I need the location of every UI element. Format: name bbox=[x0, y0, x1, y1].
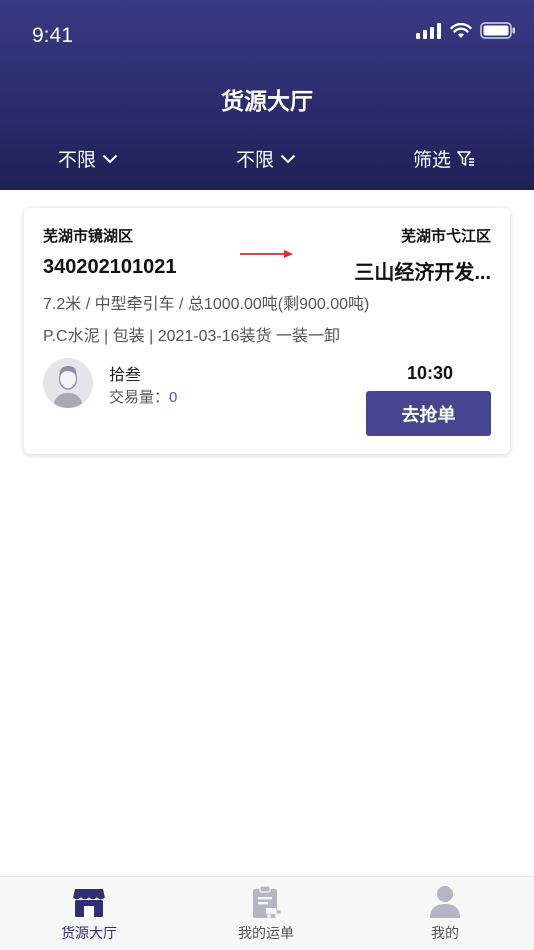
tab-cargo-hall[interactable]: 货源大厅 bbox=[34, 885, 144, 943]
arrow-right-icon bbox=[240, 250, 293, 258]
filter-bar: 不限 不限 筛选 bbox=[0, 145, 534, 179]
clipboard-truck-icon bbox=[253, 885, 282, 918]
battery-icon bbox=[480, 22, 515, 39]
filter-button[interactable]: 筛选 bbox=[413, 145, 475, 172]
wifi-icon bbox=[450, 22, 472, 38]
shipper-name: 拾叁 bbox=[109, 367, 142, 384]
filter-button-label: 筛选 bbox=[413, 150, 452, 171]
status-bar: 9:41 bbox=[0, 0, 534, 70]
filter-destination-label: 不限 bbox=[236, 150, 275, 171]
user-icon bbox=[430, 886, 460, 918]
filter-icon bbox=[457, 150, 475, 166]
user-avatar-icon bbox=[43, 358, 93, 408]
status-time: 9:41 bbox=[32, 24, 73, 47]
cargo-info: P.C水泥 | 包装 | 2021-03-16装货 一装一卸 bbox=[43, 328, 340, 345]
tab-bar: 货源大厅 我的运单 我的 bbox=[0, 876, 534, 950]
vehicle-spec: 7.2米 / 中型牵引车 / 总1000.00吨(剩900.00吨) bbox=[43, 296, 370, 313]
signal-icon bbox=[416, 22, 441, 39]
tab-mine[interactable]: 我的 bbox=[390, 885, 500, 943]
grab-order-button[interactable]: 去抢单 bbox=[366, 391, 491, 436]
filter-origin-label: 不限 bbox=[58, 150, 97, 171]
trade-volume-value: 0 bbox=[169, 389, 178, 406]
chevron-down-icon bbox=[102, 154, 118, 163]
filter-origin[interactable]: 不限 bbox=[58, 145, 118, 172]
destination-detail: 三山经济开发... bbox=[354, 262, 491, 284]
tab-cargo-hall-label: 货源大厅 bbox=[61, 925, 117, 941]
origin-area: 芜湖市镜湖区 bbox=[43, 228, 134, 245]
order-time: 10:30 bbox=[406, 363, 453, 383]
destination-area: 芜湖市弋江区 bbox=[400, 228, 491, 245]
filter-destination[interactable]: 不限 bbox=[236, 145, 296, 172]
avatar bbox=[43, 358, 93, 408]
store-icon bbox=[72, 889, 106, 917]
order-card[interactable]: 芜湖市镜湖区 芜湖市弋江区 340202101021 三山经济开发... 7.2… bbox=[24, 208, 510, 454]
tab-my-waybills-label: 我的运单 bbox=[238, 925, 294, 941]
origin-detail: 340202101021 bbox=[43, 256, 177, 278]
tab-my-waybills[interactable]: 我的运单 bbox=[211, 885, 321, 943]
page-title: 货源大厅 bbox=[221, 88, 313, 114]
header: 9:41 货源大厅 不限 不限 筛选 bbox=[0, 0, 534, 190]
chevron-down-icon bbox=[280, 154, 296, 163]
status-icons bbox=[416, 22, 516, 39]
trade-volume-label: 交易量： bbox=[109, 389, 170, 406]
tab-mine-label: 我的 bbox=[431, 925, 459, 941]
trade-volume: 交易量：0 bbox=[109, 386, 177, 407]
